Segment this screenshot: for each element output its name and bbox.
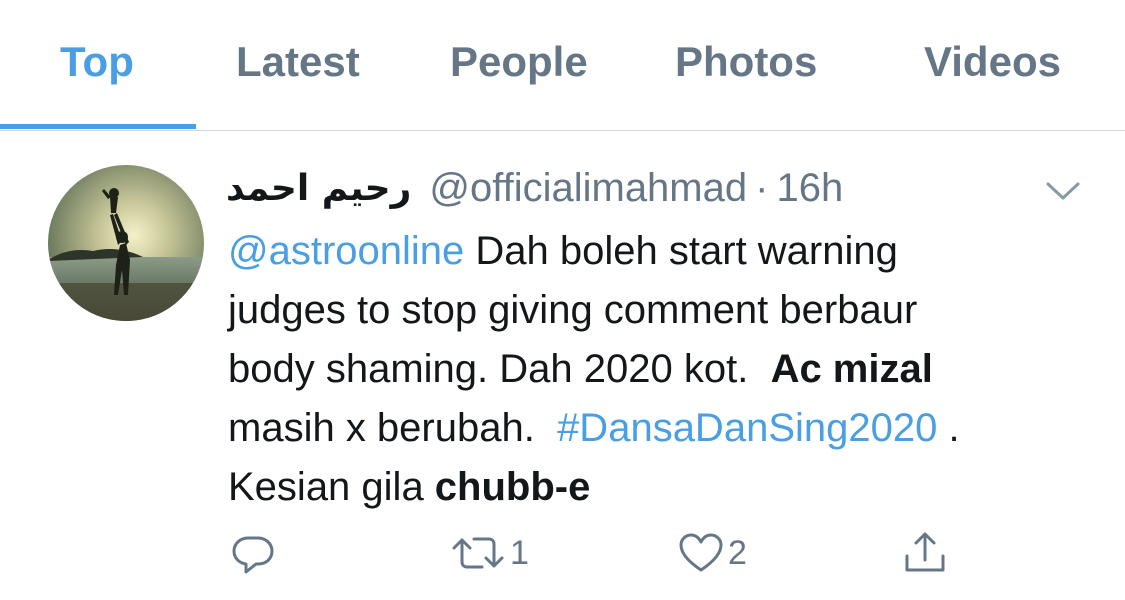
share-button[interactable] — [900, 520, 950, 586]
tab-people[interactable]: People — [450, 38, 588, 86]
tweet-text-segment: Dah boleh start warning — [464, 229, 898, 273]
hashtag-link[interactable]: #DansaDanSing2020 — [557, 406, 937, 450]
timestamp[interactable]: 16h — [776, 166, 843, 211]
tab-videos[interactable]: Videos — [924, 38, 1061, 86]
separator: · — [755, 165, 769, 210]
tab-photos[interactable]: Photos — [675, 38, 817, 86]
tweet-text-segment: judges to stop giving comment berbaur — [228, 288, 918, 332]
tweet-text-segment: masih x berubah. — [228, 406, 558, 450]
avatar[interactable] — [48, 165, 204, 321]
tweet-actions: 1 2 — [0, 520, 1125, 590]
like-icon — [679, 533, 723, 572]
search-tabs: Top Latest People Photos Videos — [0, 0, 1125, 131]
like-button[interactable]: 2 — [676, 520, 747, 586]
like-count: 2 — [728, 533, 747, 572]
reply-icon — [232, 536, 274, 574]
tweet-text: @astroonline Dah boleh start warning jud… — [228, 222, 1088, 517]
chevron-down-icon[interactable] — [1040, 170, 1086, 210]
tab-top[interactable]: Top — [60, 38, 134, 86]
bold-text: Ac mizal — [770, 347, 933, 391]
share-icon — [905, 532, 945, 572]
reply-button[interactable] — [228, 520, 280, 586]
retweet-button[interactable]: 1 — [448, 520, 529, 586]
retweet-count: 1 — [510, 533, 529, 572]
avatar-image — [48, 165, 204, 321]
bold-text: chubb-e — [434, 465, 591, 509]
tweet-text-segment: Kesian gila — [228, 465, 435, 509]
tweet-text-segment: body shaming. Dah 2020 kot. — [228, 347, 771, 391]
display-name[interactable]: رحيم احمد — [226, 168, 411, 209]
tweet-text-segment: . — [937, 406, 960, 450]
active-tab-indicator — [0, 124, 196, 129]
mention-link[interactable]: @astroonline — [228, 229, 464, 273]
retweet-icon — [452, 537, 504, 569]
tweet-header: رحيم احمد @officialimahmad · 16h — [226, 165, 843, 211]
tab-latest[interactable]: Latest — [236, 38, 360, 86]
user-handle[interactable]: @officialimahmad — [429, 166, 747, 211]
